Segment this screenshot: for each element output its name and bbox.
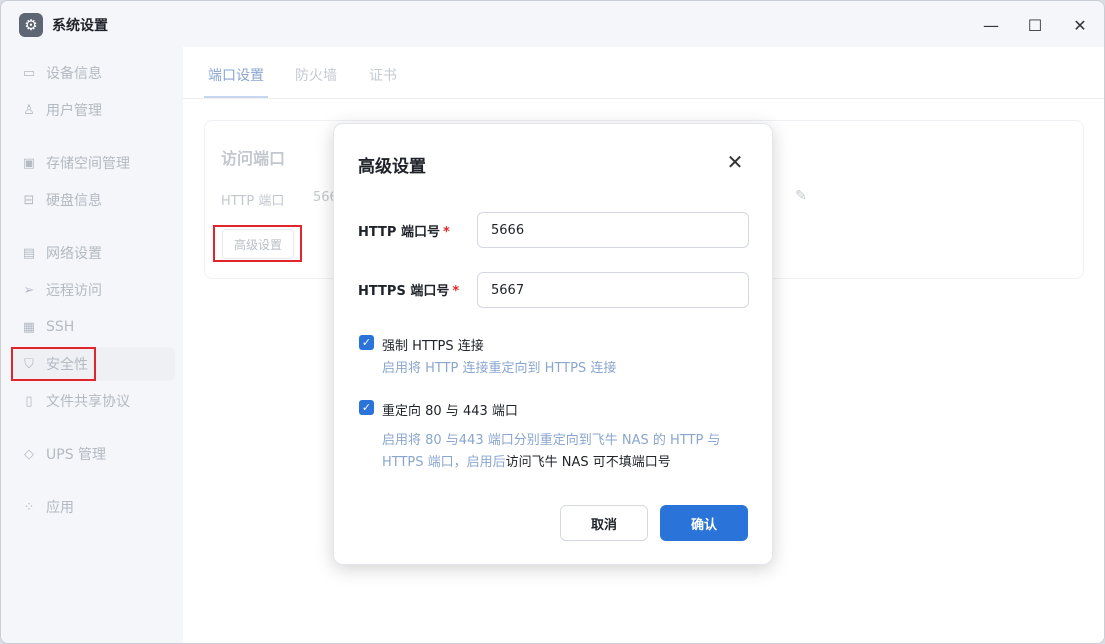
card-title: 访问端口 (221, 149, 286, 168)
network-icon: ▤ (22, 245, 36, 261)
sidebar-item-label: 用户管理 (46, 103, 102, 119)
sidebar-item-label: 设备信息 (46, 66, 102, 82)
sidebar-item-storage[interactable]: ▣ 存储空间管理 (13, 146, 175, 180)
confirm-button[interactable]: 确认 (660, 505, 748, 541)
sidebar-item-ups[interactable]: ◇ UPS 管理 (13, 437, 175, 471)
minimize-button[interactable]: — (979, 13, 1003, 37)
http-port-label-text: HTTP 端口号 (358, 225, 440, 240)
sidebar-item-apps[interactable]: ⁘ 应用 (13, 490, 175, 524)
sidebar-item-label: 网络设置 (46, 246, 102, 262)
terminal-icon: ▦ (22, 319, 36, 335)
tab-port-settings[interactable]: 端口设置 (208, 65, 264, 85)
close-icon[interactable]: ✕ (724, 150, 746, 174)
redirect-ports-checkbox[interactable]: ✓ (359, 400, 374, 415)
disk-icon: ⊟ (23, 192, 35, 208)
sidebar-item-label: 应用 (46, 500, 74, 516)
sidebar-item-label: 远程访问 (46, 283, 102, 299)
monitor-icon: ▭ (22, 65, 36, 81)
gear-icon: ⚙ (19, 13, 43, 37)
tab-bar: 端口设置 防火墙 证书 (183, 47, 1104, 99)
edit-icon[interactable]: ✎ (792, 187, 810, 205)
title-bar: ⚙ 系统设置 — ☐ ✕ (1, 1, 1104, 47)
http-port-label: HTTP 端口 (221, 194, 285, 209)
sidebar-item-label: UPS 管理 (46, 447, 107, 463)
tab-firewall[interactable]: 防火墙 (295, 65, 337, 85)
redirect-desc-line-1: 启用将 80 与443 端口分别重定向到飞牛 NAS 的 HTTP 与 (382, 433, 721, 448)
force-https-checkbox[interactable]: ✓ (359, 335, 374, 350)
sidebar-item-disk-info[interactable]: ⊟ 硬盘信息 (13, 183, 175, 217)
sidebar-item-ssh[interactable]: ▦ SSH (13, 310, 175, 344)
sidebar-item-label: SSH (46, 319, 75, 335)
sidebar: ▭ 设备信息 ♙ 用户管理 ▣ 存储空间管理 ⊟ 硬盘信息 ▤ 网络设置 ➢ 远… (1, 47, 183, 643)
sidebar-item-label: 硬盘信息 (46, 193, 102, 209)
force-https-label: 强制 HTTPS 连接 (382, 339, 484, 354)
cancel-button[interactable]: 取消 (560, 505, 648, 541)
required-mark: * (442, 225, 450, 240)
window-title: 系统设置 (52, 18, 108, 34)
file-icon: ▯ (25, 393, 33, 409)
force-https-description: 启用将 HTTP 连接重定向到 HTTPS 连接 (382, 361, 617, 376)
sidebar-item-device-info[interactable]: ▭ 设备信息 (13, 56, 175, 90)
required-mark: * (452, 284, 460, 299)
active-tab-indicator (204, 96, 268, 98)
sidebar-item-network[interactable]: ▤ 网络设置 (13, 236, 175, 270)
dialog-title: 高级设置 (358, 157, 426, 177)
advanced-settings-dialog: 高级设置 ✕ HTTP 端口号* HTTPS 端口号* ✓ 强制 HTTPS 连… (333, 123, 773, 565)
storage-icon: ▣ (22, 155, 36, 171)
redirect-desc-line-2a: HTTPS 端口，启用后 (382, 455, 506, 470)
redirect-desc-line-2b: 访问飞牛 NAS 可不填端口号 (505, 455, 671, 470)
sidebar-item-label: 存储空间管理 (46, 156, 130, 172)
sidebar-item-remote-access[interactable]: ➢ 远程访问 (13, 273, 175, 307)
redirect-ports-label: 重定向 80 与 443 端口 (382, 404, 518, 419)
sidebar-item-user-management[interactable]: ♙ 用户管理 (13, 93, 175, 127)
highlight-box-advanced (213, 225, 302, 262)
tab-certificate[interactable]: 证书 (369, 65, 397, 85)
https-port-label-text: HTTPS 端口号 (358, 284, 450, 299)
apps-icon: ⁘ (23, 499, 35, 515)
http-port-input[interactable] (477, 212, 749, 248)
redirect-desc-line-2: HTTPS 端口，启用后访问飞牛 NAS 可不填端口号 (382, 452, 720, 474)
https-port-input[interactable] (477, 272, 749, 308)
close-window-button[interactable]: ✕ (1068, 13, 1092, 37)
user-icon: ♙ (23, 102, 35, 118)
highlight-box-security (11, 347, 96, 381)
send-icon: ➢ (23, 282, 35, 298)
shield-outline-icon: ◇ (24, 446, 34, 462)
sidebar-item-label: 文件共享协议 (46, 394, 130, 410)
sidebar-item-file-sharing[interactable]: ▯ 文件共享协议 (13, 384, 175, 418)
redirect-ports-description: 启用将 80 与443 端口分别重定向到飞牛 NAS 的 HTTP 与 HTTP… (382, 430, 720, 474)
maximize-button[interactable]: ☐ (1023, 13, 1047, 37)
http-port-field-label: HTTP 端口号 * (358, 221, 450, 240)
https-port-field-label: HTTPS 端口号 * (358, 280, 459, 299)
